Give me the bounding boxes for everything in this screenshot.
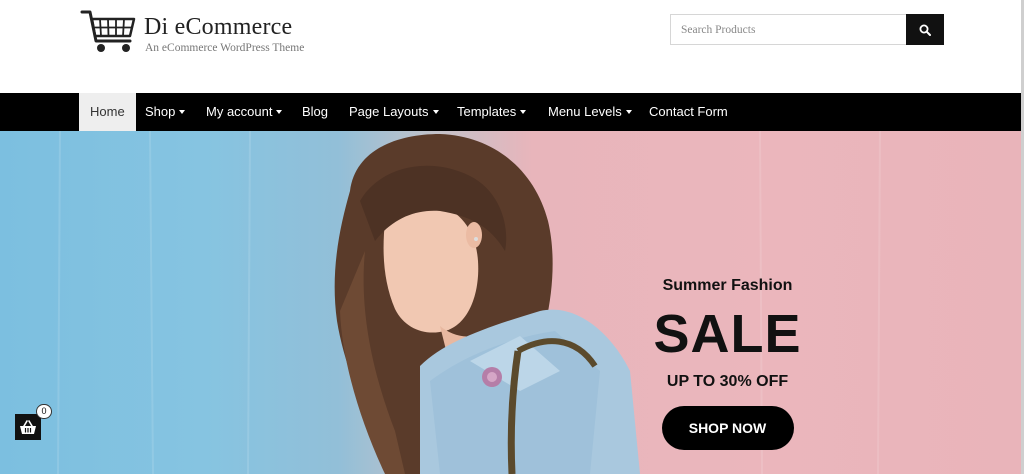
hero-banner[interactable]: Summer Fashion SALE UP TO 30% OFF SHOP N…: [0, 131, 1024, 474]
nav-item-blog[interactable]: Blog: [302, 93, 328, 131]
nav-item-label: My account: [206, 104, 273, 119]
search-button[interactable]: [906, 14, 944, 45]
hero-headline: SALE: [653, 304, 802, 364]
caret-down-icon: [520, 110, 527, 114]
caret-down-icon: [179, 110, 186, 114]
site-title[interactable]: Di eCommerce: [144, 14, 292, 41]
hero-subtitle: Summer Fashion: [662, 277, 793, 294]
nav-item-label: Page Layouts: [349, 104, 429, 119]
site-logo[interactable]: Di eCommerce An eCommerce WordPress Them…: [80, 8, 340, 58]
nav-item-menu-levels[interactable]: Menu Levels: [548, 93, 632, 131]
nav-item-label: Blog: [302, 104, 329, 119]
nav-item-shop[interactable]: Shop: [145, 93, 186, 131]
site-header: Di eCommerce An eCommerce WordPress Them…: [0, 0, 1024, 93]
nav-item-templates[interactable]: Templates: [457, 93, 527, 131]
shop-now-button[interactable]: SHOP NOW: [661, 406, 794, 450]
magnifier-icon: [919, 24, 931, 36]
caret-down-icon: [625, 110, 632, 114]
hero-caption: Summer Fashion SALE UP TO 30% OFF SHOP N…: [640, 277, 815, 450]
nav-item-home[interactable]: Home: [79, 93, 136, 131]
caret-down-icon: [432, 110, 439, 114]
shopping-basket-icon: [20, 419, 36, 434]
mini-cart-button[interactable]: [15, 414, 41, 440]
nav-item-my-account[interactable]: My account: [206, 93, 283, 131]
cart-count-badge: 0: [36, 404, 52, 419]
search-form: [670, 14, 944, 45]
site-tagline: An eCommerce WordPress Theme: [145, 42, 305, 54]
nav-item-label: Home: [90, 104, 125, 119]
nav-item-label: Contact Form: [649, 104, 728, 119]
caret-down-icon: [276, 110, 283, 114]
nav-item-label: Menu Levels: [548, 104, 622, 119]
search-input[interactable]: [670, 14, 907, 45]
main-nav: Home Shop My account Blog Page Layouts T…: [0, 93, 1024, 131]
nav-item-label: Shop: [145, 104, 176, 119]
nav-item-contact-form[interactable]: Contact Form: [649, 93, 728, 131]
hero-photo: [57, 131, 881, 474]
hero-offer: UP TO 30% OFF: [666, 373, 789, 390]
shopping-cart-icon: [80, 10, 136, 52]
nav-item-label: Templates: [457, 104, 517, 119]
nav-item-page-layouts[interactable]: Page Layouts: [349, 93, 439, 131]
